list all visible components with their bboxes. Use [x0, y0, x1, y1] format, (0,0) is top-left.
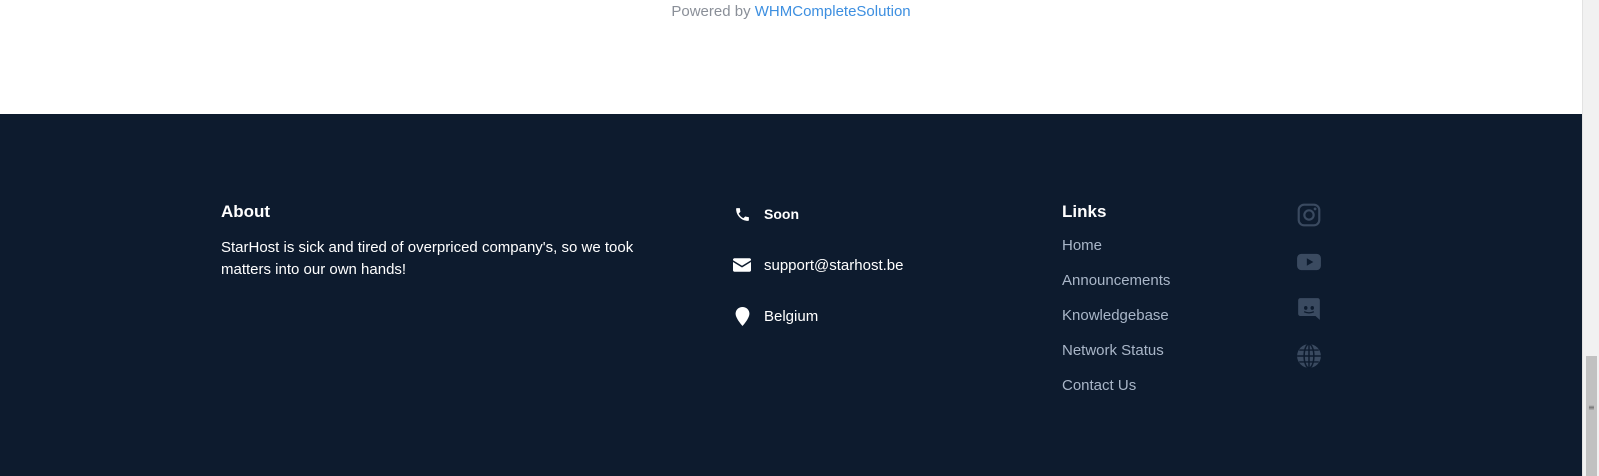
contact-location-text: Belgium — [764, 307, 819, 325]
links-list: Home Announcements Knowledgebase Network… — [1062, 234, 1242, 409]
whmcs-link[interactable]: WHMCompleteSolution — [755, 3, 911, 20]
about-text: StarHost is sick and tired of overpriced… — [221, 239, 634, 278]
contact-phone-text: Soon — [764, 206, 799, 222]
contact-location: Belgium — [733, 304, 993, 328]
list-item: Announcements — [1062, 269, 1242, 304]
contact-phone: Soon — [733, 202, 993, 226]
about-heading: About — [221, 202, 271, 221]
list-item: Network Status — [1062, 339, 1242, 374]
link-announcements[interactable]: Announcements — [1062, 272, 1170, 289]
powered-by: Powered by WHMCompleteSolution — [0, 3, 1582, 20]
list-item: Contact Us — [1062, 374, 1242, 409]
youtube-icon[interactable] — [1296, 249, 1322, 275]
contact-email: support@starhost.be — [733, 253, 993, 277]
contact-email-text[interactable]: support@starhost.be — [764, 257, 903, 274]
links-heading: Links — [1062, 202, 1107, 221]
footer-contact: Soon support@starhost.be Belgium — [733, 202, 993, 355]
link-network-status[interactable]: Network Status — [1062, 342, 1164, 359]
phone-icon — [733, 205, 751, 223]
footer-about: About StarHost is sick and tired of over… — [221, 202, 661, 281]
link-home[interactable]: Home — [1062, 237, 1102, 254]
link-knowledgebase[interactable]: Knowledgebase — [1062, 307, 1169, 324]
list-item: Knowledgebase — [1062, 304, 1242, 339]
instagram-icon[interactable] — [1296, 202, 1322, 228]
scrollbar-thumb[interactable] — [1586, 356, 1597, 476]
powered-by-prefix: Powered by — [671, 3, 751, 20]
site-footer: About StarHost is sick and tired of over… — [0, 114, 1582, 476]
discord-icon[interactable] — [1296, 296, 1322, 322]
list-item: Home — [1062, 234, 1242, 269]
scrollbar-grip-icon: ≡ — [1588, 403, 1595, 412]
link-contact-us[interactable]: Contact Us — [1062, 377, 1136, 394]
vertical-scrollbar[interactable]: ≡ — [1582, 0, 1599, 476]
footer-social — [1296, 202, 1322, 390]
footer-links: Links Home Announcements Knowledgebase N… — [1062, 202, 1242, 409]
map-marker-icon — [733, 306, 751, 326]
page-top-area: Powered by WHMCompleteSolution — [0, 0, 1582, 114]
envelope-icon — [733, 256, 751, 274]
globe-icon[interactable] — [1296, 343, 1322, 369]
